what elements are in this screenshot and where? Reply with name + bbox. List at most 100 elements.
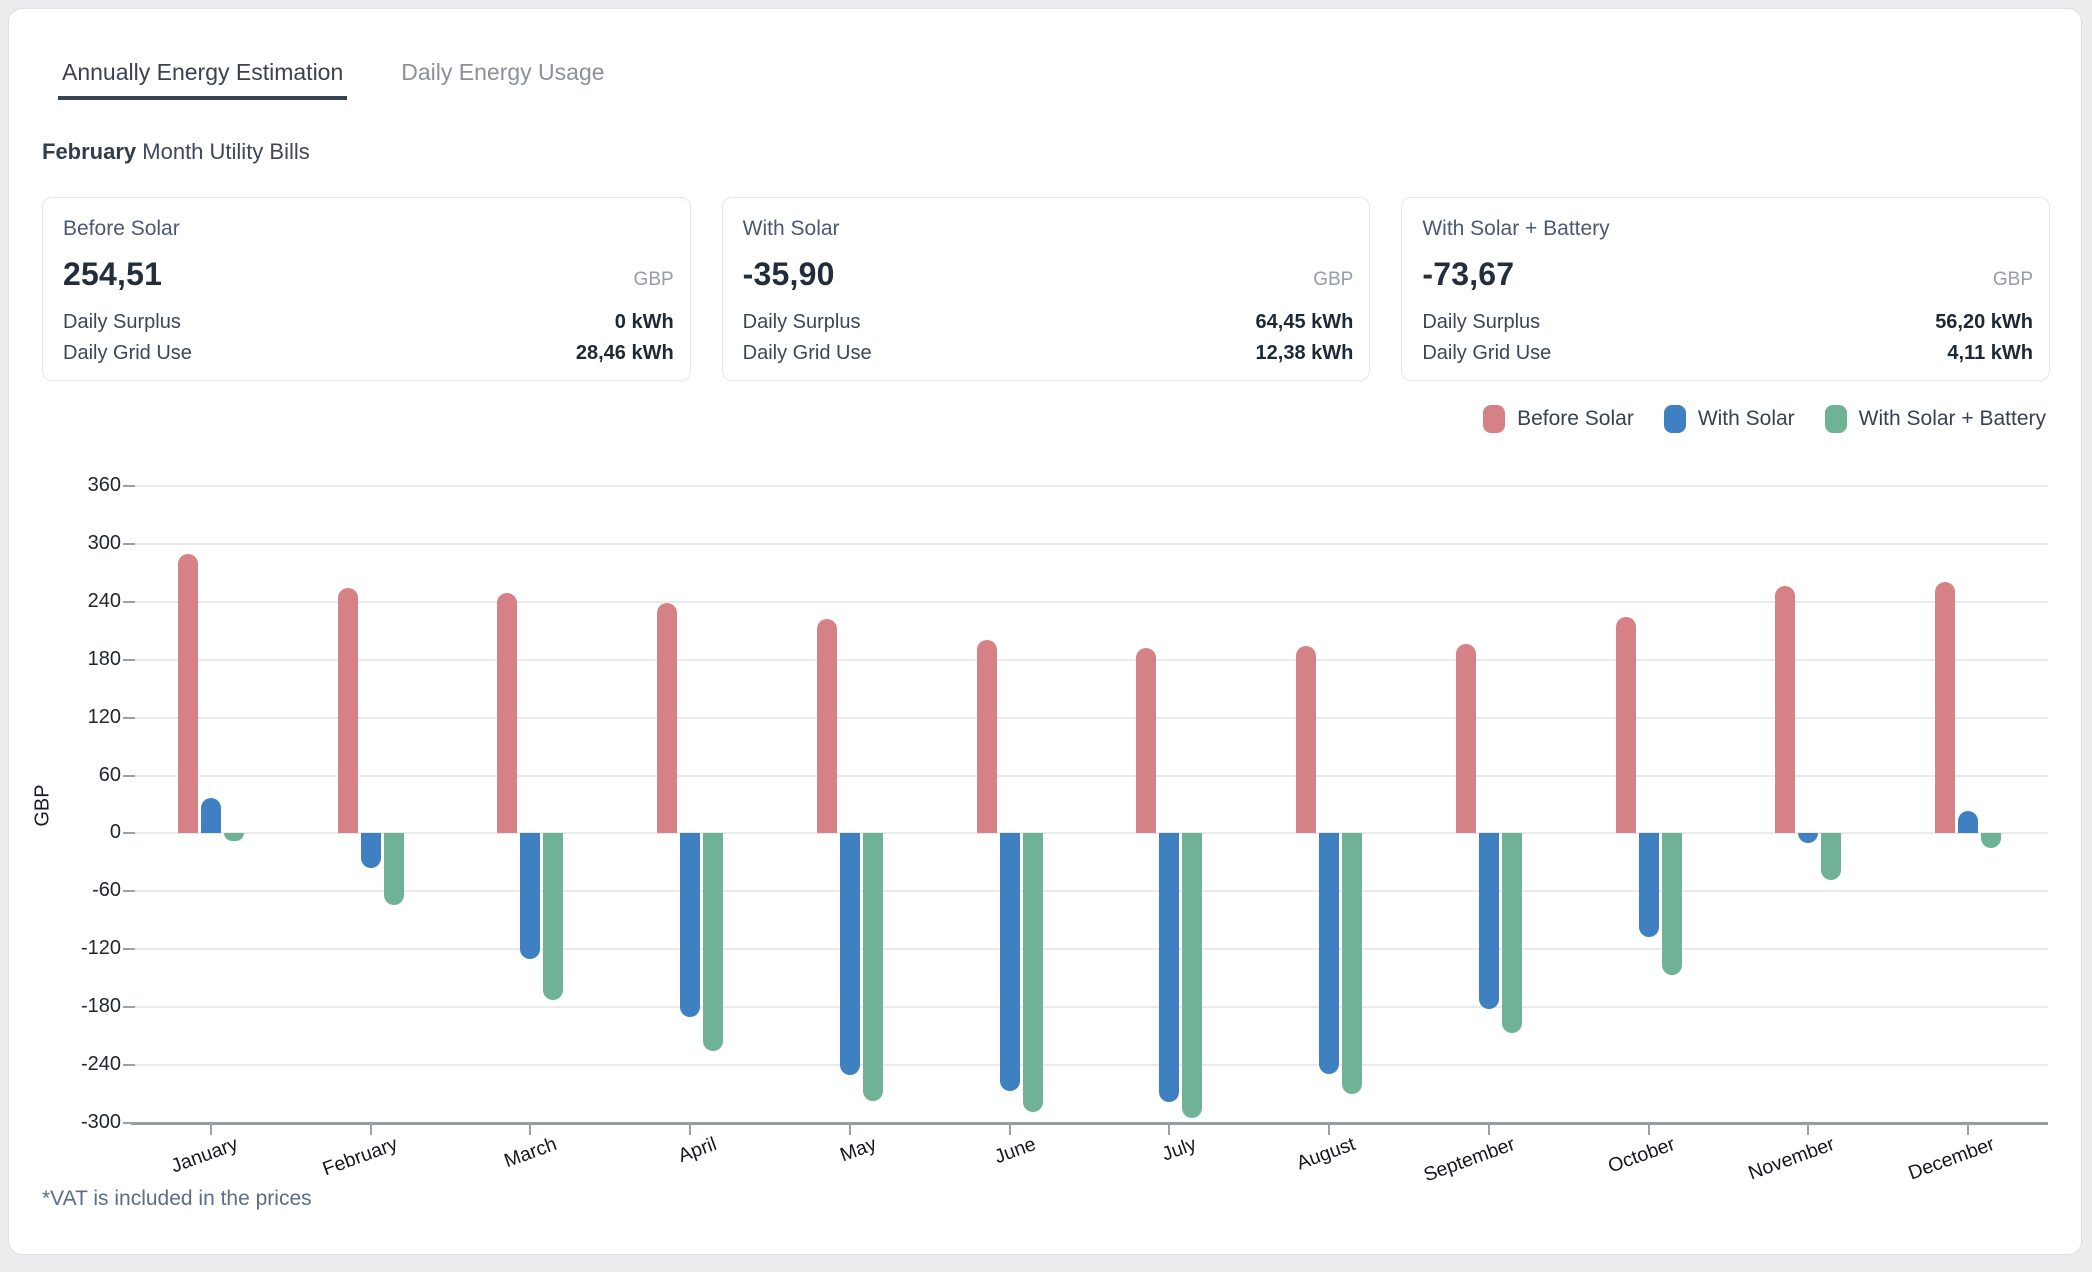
x-tick-february bbox=[370, 1123, 372, 1135]
y-tick-180 bbox=[123, 659, 135, 661]
gridline-180 bbox=[131, 659, 2048, 661]
x-label-august: August bbox=[1294, 1133, 1359, 1175]
x-tick-june bbox=[1009, 1123, 1011, 1135]
y-tick-label--60: -60 bbox=[9, 879, 121, 902]
vat-footnote: *VAT is included in the prices bbox=[42, 1187, 312, 1211]
y-tick-0 bbox=[123, 832, 135, 834]
y-tick-label--180: -180 bbox=[9, 995, 121, 1018]
x-tick-august bbox=[1328, 1123, 1330, 1135]
bar-with-solar-battery-july[interactable] bbox=[1182, 833, 1202, 1118]
bar-with-solar-april[interactable] bbox=[680, 833, 700, 1016]
bar-with-solar-battery-november[interactable] bbox=[1821, 833, 1841, 879]
x-tick-may bbox=[849, 1123, 851, 1135]
bar-before-solar-july[interactable] bbox=[1136, 648, 1156, 833]
bar-before-solar-march[interactable] bbox=[497, 593, 517, 833]
bar-with-solar-july[interactable] bbox=[1159, 833, 1179, 1101]
bar-before-solar-may[interactable] bbox=[817, 619, 837, 833]
x-label-january: January bbox=[168, 1133, 241, 1178]
gridline-120 bbox=[131, 717, 2048, 719]
x-tick-july bbox=[1168, 1123, 1170, 1135]
x-label-may: May bbox=[837, 1133, 879, 1167]
gridline-360 bbox=[131, 485, 2048, 487]
y-tick-label-300: 300 bbox=[9, 532, 121, 555]
y-tick--60 bbox=[123, 890, 135, 892]
gridline-240 bbox=[131, 601, 2048, 603]
gridline-300 bbox=[131, 543, 2048, 545]
y-tick-120 bbox=[123, 717, 135, 719]
bar-with-solar-october[interactable] bbox=[1639, 833, 1659, 936]
gridline--120 bbox=[131, 948, 2048, 950]
y-tick--180 bbox=[123, 1006, 135, 1008]
bar-with-solar-may[interactable] bbox=[840, 833, 860, 1074]
bar-before-solar-june[interactable] bbox=[977, 640, 997, 833]
x-axis-line bbox=[131, 1122, 2048, 1125]
bar-with-solar-battery-february[interactable] bbox=[384, 833, 404, 904]
y-tick-label-120: 120 bbox=[9, 706, 121, 729]
y-tick-240 bbox=[123, 601, 135, 603]
bar-with-solar-battery-march[interactable] bbox=[543, 833, 563, 1000]
x-label-september: September bbox=[1421, 1133, 1519, 1187]
bar-with-solar-march[interactable] bbox=[520, 833, 540, 958]
bar-with-solar-battery-january[interactable] bbox=[224, 833, 244, 841]
y-tick-label-180: 180 bbox=[9, 648, 121, 671]
y-tick-label-360: 360 bbox=[9, 474, 121, 497]
x-tick-january bbox=[210, 1123, 212, 1135]
x-tick-april bbox=[689, 1123, 691, 1135]
y-tick-360 bbox=[123, 485, 135, 487]
bar-before-solar-january[interactable] bbox=[178, 554, 198, 834]
bar-with-solar-november[interactable] bbox=[1798, 833, 1818, 843]
x-tick-september bbox=[1488, 1123, 1490, 1135]
gridline--180 bbox=[131, 1006, 2048, 1008]
bar-with-solar-august[interactable] bbox=[1319, 833, 1339, 1073]
bar-with-solar-september[interactable] bbox=[1479, 833, 1499, 1009]
gridline-60 bbox=[131, 775, 2048, 777]
bar-with-solar-june[interactable] bbox=[1000, 833, 1020, 1091]
bar-with-solar-battery-october[interactable] bbox=[1662, 833, 1682, 975]
monthly-bills-bar-chart: GBP 360 300 240 180 120 60 0 -60 -120 -180 -240 -30… bbox=[9, 9, 2083, 1256]
bar-before-solar-february[interactable] bbox=[338, 588, 358, 834]
bar-with-solar-battery-june[interactable] bbox=[1023, 833, 1043, 1112]
bar-with-solar-january[interactable] bbox=[201, 798, 221, 834]
y-tick-label-0: 0 bbox=[9, 821, 121, 844]
gridline--60 bbox=[131, 890, 2048, 892]
bar-before-solar-october[interactable] bbox=[1616, 617, 1636, 833]
bar-with-solar-battery-april[interactable] bbox=[703, 833, 723, 1050]
y-tick-label--300: -300 bbox=[9, 1111, 121, 1134]
y-tick--300 bbox=[123, 1122, 135, 1124]
x-label-july: July bbox=[1159, 1133, 1199, 1166]
x-label-february: February bbox=[319, 1133, 400, 1181]
x-label-december: December bbox=[1906, 1133, 1998, 1185]
bar-before-solar-november[interactable] bbox=[1775, 586, 1795, 833]
bar-before-solar-september[interactable] bbox=[1456, 644, 1476, 833]
bar-with-solar-battery-december[interactable] bbox=[1981, 833, 2001, 847]
y-tick-label-240: 240 bbox=[9, 590, 121, 613]
x-tick-october bbox=[1648, 1123, 1650, 1135]
bar-with-solar-battery-may[interactable] bbox=[863, 833, 883, 1100]
y-tick-label--240: -240 bbox=[9, 1053, 121, 1076]
x-label-october: October bbox=[1605, 1133, 1678, 1178]
x-tick-november bbox=[1807, 1123, 1809, 1135]
y-tick-60 bbox=[123, 775, 135, 777]
y-axis-title: GBP bbox=[32, 726, 55, 886]
x-label-april: April bbox=[675, 1133, 720, 1168]
bar-with-solar-february[interactable] bbox=[361, 833, 381, 868]
bar-before-solar-december[interactable] bbox=[1935, 582, 1955, 834]
bar-with-solar-battery-august[interactable] bbox=[1342, 833, 1362, 1094]
x-tick-march bbox=[529, 1123, 531, 1135]
bar-with-solar-battery-september[interactable] bbox=[1502, 833, 1522, 1033]
y-tick-label--120: -120 bbox=[9, 937, 121, 960]
y-tick-label-60: 60 bbox=[9, 764, 121, 787]
bar-with-solar-december[interactable] bbox=[1958, 811, 1978, 833]
dashboard-panel: Annually Energy Estimation Daily Energy … bbox=[8, 8, 2082, 1255]
gridline--240 bbox=[131, 1064, 2048, 1066]
gridline-0 bbox=[131, 832, 2048, 834]
x-label-june: June bbox=[992, 1133, 1040, 1169]
y-tick-300 bbox=[123, 543, 135, 545]
x-tick-december bbox=[1967, 1123, 1969, 1135]
bar-before-solar-april[interactable] bbox=[657, 603, 677, 834]
x-label-november: November bbox=[1746, 1133, 1838, 1185]
bar-before-solar-august[interactable] bbox=[1296, 646, 1316, 833]
x-label-march: March bbox=[501, 1133, 560, 1173]
y-tick--120 bbox=[123, 948, 135, 950]
y-tick--240 bbox=[123, 1064, 135, 1066]
